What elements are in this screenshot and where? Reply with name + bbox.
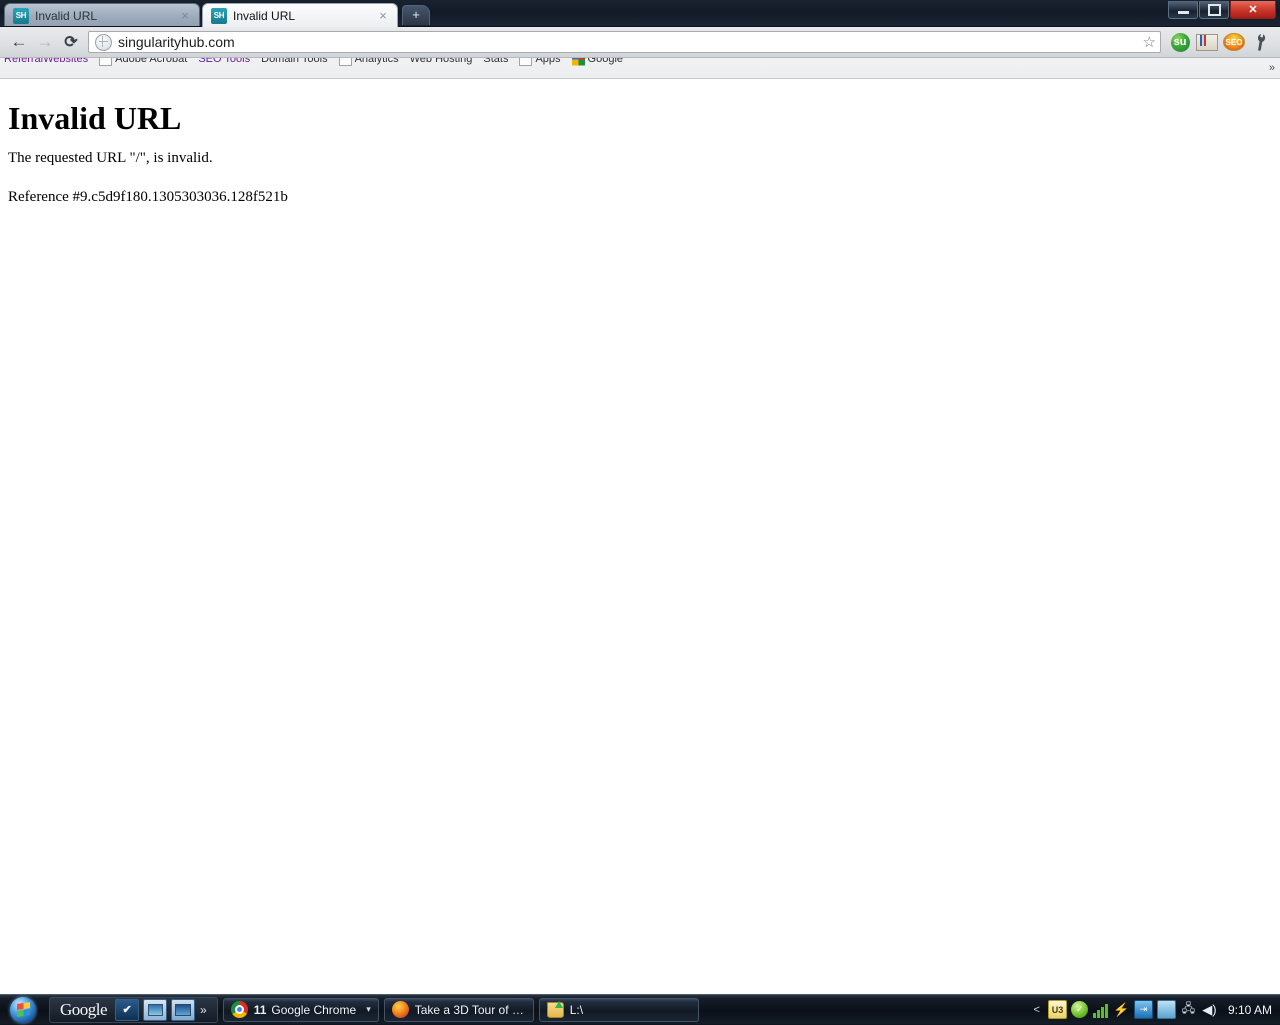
u3-icon[interactable]: U3 bbox=[1048, 1000, 1067, 1019]
browser-toolbar: ← → ⟳ singularityhub.com ☆ su SEO bbox=[0, 27, 1280, 58]
chrome-browser-window: SH Invalid URL × SH Invalid URL × + ✕ ← … bbox=[0, 0, 1280, 994]
chrome-menu-wrench-icon[interactable] bbox=[1248, 29, 1274, 55]
bookmark-item[interactable]: Stats bbox=[483, 58, 508, 65]
error-message: The requested URL "/", is invalid. bbox=[8, 150, 1272, 167]
taskbar-button-firefox[interactable]: Take a 3D Tour of th... bbox=[384, 998, 534, 1022]
minimize-icon bbox=[1178, 11, 1189, 14]
check-icon[interactable]: ✔ bbox=[115, 999, 139, 1021]
bookmark-label: Web Hosting bbox=[410, 58, 473, 65]
restore-icon bbox=[1208, 4, 1221, 16]
mail-extension-icon[interactable] bbox=[1194, 29, 1220, 55]
firefox-icon bbox=[392, 1001, 409, 1018]
new-tab-button[interactable]: + bbox=[402, 5, 430, 25]
taskbar-window-count: 11 bbox=[254, 1003, 267, 1017]
bookmark-label: Analytics bbox=[355, 58, 399, 65]
globe-icon bbox=[95, 34, 112, 51]
start-button[interactable] bbox=[0, 996, 46, 1024]
address-bar-text: singularityhub.com bbox=[118, 34, 235, 50]
folder-icon bbox=[547, 1001, 564, 1018]
volume-icon[interactable]: ◀) bbox=[1201, 1001, 1218, 1018]
accessibility-icon[interactable]: ⚡ bbox=[1113, 1001, 1130, 1018]
windows-logo-icon bbox=[10, 997, 36, 1023]
browser-tab-2[interactable]: SH Invalid URL × bbox=[202, 3, 398, 27]
taskbar-button-chrome[interactable]: 11 Google Chrome ▾ bbox=[223, 998, 379, 1022]
bookmark-favicon bbox=[339, 58, 352, 66]
error-reference: Reference #9.c5d9f180.1305303036.128f521… bbox=[8, 189, 1272, 206]
tray-expander-button[interactable]: < bbox=[1034, 1004, 1040, 1016]
restore-button[interactable] bbox=[1199, 1, 1229, 19]
stumbleupon-extension-icon[interactable]: su bbox=[1167, 29, 1193, 55]
system-tray: < U3 ✓ ⚡ ⇥ 🖧 ◀) 9:10 AM bbox=[1030, 995, 1280, 1025]
bookmark-favicon bbox=[519, 58, 532, 66]
bookmark-item[interactable]: SEO Tools bbox=[198, 58, 250, 65]
photo-icon[interactable] bbox=[143, 999, 167, 1021]
network-icon[interactable]: 🖧 bbox=[1180, 1001, 1197, 1018]
image-tray-icon[interactable] bbox=[1157, 1000, 1176, 1019]
window-controls: ✕ bbox=[1167, 1, 1276, 19]
bookmark-item[interactable]: ReferralWebsites bbox=[4, 58, 88, 65]
clock[interactable]: 9:10 AM bbox=[1228, 1003, 1274, 1017]
tab-title: Invalid URL bbox=[233, 9, 377, 23]
google-desktop-toolbar[interactable]: Google ✔ » bbox=[49, 997, 218, 1023]
sync-arrow-icon[interactable]: ⇥ bbox=[1134, 1000, 1153, 1019]
google-icon bbox=[572, 58, 585, 66]
taskbar-button-folder[interactable]: L:\ bbox=[539, 998, 699, 1022]
seo-extension-icon[interactable]: SEO bbox=[1221, 29, 1247, 55]
quicklaunch-overflow-button[interactable]: » bbox=[200, 1003, 207, 1017]
taskbar-button-label: Google Chrome bbox=[271, 1003, 356, 1017]
tab-favicon-sh: SH bbox=[13, 8, 29, 24]
bookmark-item[interactable]: Adobe Acrobat bbox=[99, 58, 187, 66]
taskbar-button-label: L:\ bbox=[570, 1003, 583, 1017]
bookmarks-bar: ReferralWebsites Adobe Acrobat SEO Tools… bbox=[0, 58, 1280, 79]
browser-tab-1[interactable]: SH Invalid URL × bbox=[4, 3, 200, 27]
antivirus-shield-icon[interactable]: ✓ bbox=[1071, 1001, 1088, 1018]
bookmark-label: Adobe Acrobat bbox=[115, 58, 187, 65]
bookmark-label: ReferralWebsites bbox=[4, 58, 88, 65]
windows-taskbar: Google ✔ » 11 Google Chrome ▾ Take a 3D … bbox=[0, 994, 1280, 1024]
bookmark-item[interactable]: Google bbox=[572, 58, 623, 66]
chrome-icon bbox=[231, 1001, 248, 1018]
tab-close-icon[interactable]: × bbox=[179, 10, 191, 22]
bookmarks-overflow-button[interactable]: » bbox=[1269, 62, 1275, 74]
bookmark-favicon bbox=[99, 58, 112, 66]
bookmark-item[interactable]: Web Hosting bbox=[410, 58, 473, 65]
tab-close-icon[interactable]: × bbox=[377, 10, 389, 22]
taskbar-button-label: Take a 3D Tour of th... bbox=[415, 1003, 526, 1017]
bookmark-label: Domain Tools bbox=[261, 58, 327, 65]
signal-bars-icon[interactable] bbox=[1092, 1001, 1109, 1018]
reload-button[interactable]: ⟳ bbox=[58, 29, 84, 55]
tab-title: Invalid URL bbox=[35, 9, 179, 23]
bookmark-star-icon[interactable]: ☆ bbox=[1143, 34, 1156, 51]
page-title: Invalid URL bbox=[8, 101, 1272, 136]
address-bar[interactable]: singularityhub.com ☆ bbox=[88, 31, 1161, 53]
close-button[interactable]: ✕ bbox=[1230, 1, 1276, 19]
bookmark-item[interactable]: Analytics bbox=[339, 58, 399, 66]
tab-favicon-sh: SH bbox=[211, 8, 227, 24]
back-button[interactable]: ← bbox=[6, 29, 32, 55]
bookmark-item[interactable]: Domain Tools bbox=[261, 58, 327, 65]
forward-button[interactable]: → bbox=[32, 29, 58, 55]
bookmark-label: Google bbox=[588, 58, 623, 65]
bookmark-label: Stats bbox=[483, 58, 508, 65]
desktop-icon[interactable] bbox=[171, 999, 195, 1021]
bookmark-label: SEO Tools bbox=[198, 58, 250, 65]
chevron-down-icon[interactable]: ▾ bbox=[360, 1004, 371, 1015]
minimize-button[interactable] bbox=[1168, 1, 1198, 19]
page-content: Invalid URL The requested URL "/", is in… bbox=[0, 79, 1280, 994]
tab-strip: SH Invalid URL × SH Invalid URL × + ✕ bbox=[0, 0, 1280, 27]
bookmark-item[interactable]: Apps bbox=[519, 58, 560, 66]
google-wordmark: Google bbox=[54, 1000, 113, 1020]
bookmark-label: Apps bbox=[535, 58, 560, 65]
